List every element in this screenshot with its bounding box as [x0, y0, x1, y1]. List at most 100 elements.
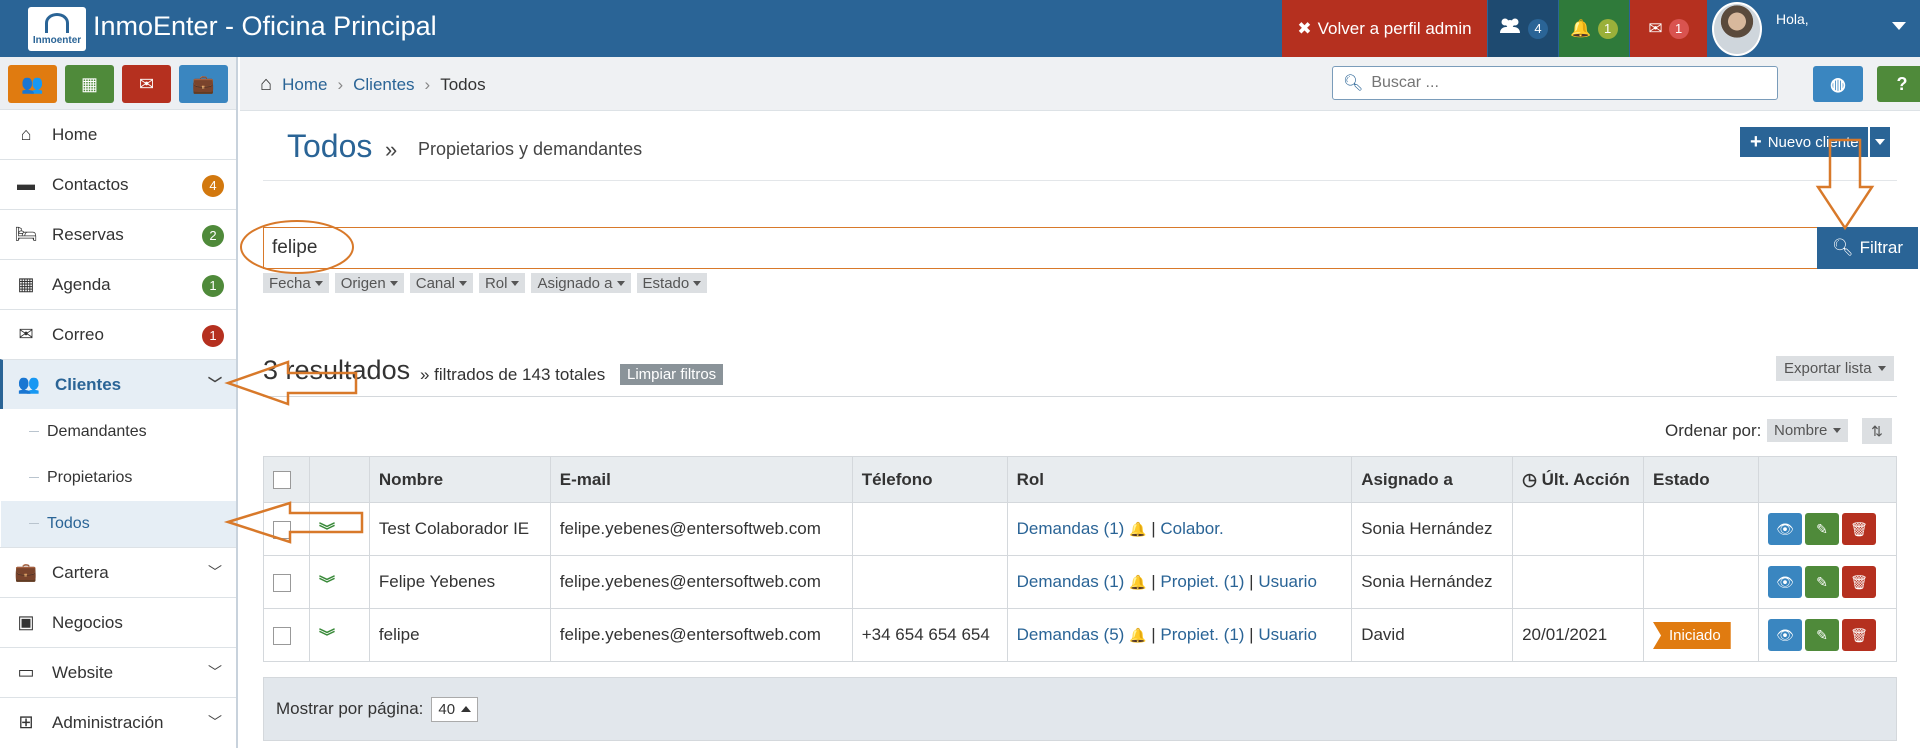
sidebar-subitem-propietarios[interactable]: Propietarios	[1, 455, 236, 501]
client-phone[interactable]	[852, 502, 1008, 556]
alerts-button[interactable]: 🔔 1	[1559, 0, 1629, 57]
breadcrumb-separator: ›	[337, 74, 344, 94]
back-to-admin-label: Volver a perfil admin	[1317, 18, 1472, 38]
avatar	[1712, 2, 1762, 56]
export-list-button[interactable]: Exportar lista	[1776, 356, 1894, 381]
sidebar-subitem-demandantes[interactable]: Demandantes	[1, 409, 236, 455]
sidebar-item-cartera[interactable]: 💼 Cartera ﹀	[0, 547, 236, 597]
rol-demandas-link[interactable]: Demandas (1)	[1017, 519, 1125, 538]
edit-button[interactable]: ✎	[1804, 513, 1839, 545]
row-checkbox[interactable]	[273, 520, 291, 539]
chevron-down-icon: ﹀	[208, 664, 222, 680]
users-notifications-button[interactable]: 4	[1488, 0, 1558, 57]
breadcrumb: ⌂ Home › Clientes › Todos	[260, 73, 486, 96]
client-email[interactable]: felipe.yebenes@entersoftweb.com	[550, 608, 853, 662]
chat-icon: ▬	[17, 174, 35, 194]
row-checkbox[interactable]	[273, 626, 291, 645]
sidebar-item-correo[interactable]: ✉ Correo 1	[0, 309, 236, 359]
rol-demandas-link[interactable]: Demandas (1)	[1017, 572, 1125, 591]
row-select-cell	[263, 608, 310, 662]
delete-button[interactable]: 🗑	[1841, 566, 1876, 598]
filter-input[interactable]	[263, 227, 1818, 269]
user-menu[interactable]: Hola,	[1708, 0, 1920, 57]
header-nombre[interactable]: Nombre	[369, 456, 551, 503]
client-phone[interactable]	[852, 555, 1008, 609]
header-telefono[interactable]: Télefono	[852, 456, 1008, 503]
rol-demandas-link[interactable]: Demandas (5)	[1017, 625, 1125, 644]
search-input[interactable]	[1371, 74, 1762, 92]
sidebar: 👥 ▦ ✉ 💼 ⌂ Home ▬ Contactos 4 🛏 Reservas 2 ▦ Ag…	[0, 57, 238, 748]
new-client-button[interactable]: + Nuevo cliente	[1740, 127, 1868, 157]
quick-calendar-button[interactable]: ▦	[65, 65, 114, 103]
filter-button[interactable]: 🔍︎ Filtrar	[1817, 227, 1918, 269]
calendar-icon: ▦	[17, 274, 35, 294]
messages-button[interactable]: ✉ 1	[1630, 0, 1707, 57]
select-all-checkbox[interactable]	[273, 471, 291, 490]
view-button[interactable]: 👁	[1767, 619, 1802, 651]
rol-usuario-link[interactable]: Usuario	[1258, 625, 1317, 644]
quick-briefcase-button[interactable]: 💼	[179, 65, 228, 103]
clear-filters-button[interactable]: Limpiar filtros	[620, 364, 724, 385]
header-estado[interactable]: Estado	[1643, 456, 1759, 503]
sidebar-item-home[interactable]: ⌂ Home	[0, 109, 236, 159]
header-asignado[interactable]: Asignado a	[1351, 456, 1514, 503]
filter-chip-canal[interactable]: Canal	[409, 273, 473, 293]
row-checkbox[interactable]	[273, 573, 291, 592]
delete-button[interactable]: 🗑	[1841, 513, 1876, 545]
sidebar-item-clientes[interactable]: 👥 Clientes ﹀	[0, 359, 236, 409]
app-logo[interactable]: Inmoenter	[28, 7, 86, 51]
search-box[interactable]: 🔍︎	[1332, 66, 1778, 100]
sidebar-item-label: Agenda	[52, 274, 111, 294]
sidebar-subitem-todos[interactable]: Todos	[1, 501, 236, 547]
filter-chip-asignado[interactable]: Asignado a	[531, 273, 631, 293]
per-page-select[interactable]: 40	[431, 696, 479, 722]
greeting: Hola,	[1776, 11, 1809, 27]
client-name[interactable]: felipe	[369, 608, 551, 662]
breadcrumb-home[interactable]: Home	[282, 75, 327, 95]
edit-button[interactable]: ✎	[1804, 619, 1839, 651]
order-select[interactable]: Nombre	[1767, 419, 1849, 442]
client-name[interactable]: Felipe Yebenes	[369, 555, 551, 609]
rol-link[interactable]: Colabor.	[1160, 519, 1223, 538]
double-chevron-down-icon[interactable]: ︾	[319, 523, 335, 540]
filter-chip-estado[interactable]: Estado	[636, 273, 708, 293]
new-client-dropdown-toggle[interactable]	[1870, 127, 1890, 157]
sidebar-item-contactos[interactable]: ▬ Contactos 4	[0, 159, 236, 209]
rol-propietario-link[interactable]: Propiet. (1)	[1160, 572, 1244, 591]
order-label: Ordenar por:	[1665, 421, 1762, 440]
filter-chip-rol[interactable]: Rol	[478, 273, 526, 293]
header-email[interactable]: E-mail	[550, 456, 853, 503]
search-icon: 🔍︎	[1831, 238, 1854, 257]
client-phone[interactable]: +34 654 654 654	[852, 608, 1008, 662]
sidebar-item-reservas[interactable]: 🛏 Reservas 2	[0, 209, 236, 259]
header-ultima-accion[interactable]: ◷ Últ. Acción	[1512, 456, 1645, 503]
help-button[interactable]: ?	[1877, 66, 1920, 102]
breadcrumb-clientes[interactable]: Clientes	[353, 75, 414, 95]
view-button[interactable]: 👁	[1767, 566, 1802, 598]
language-button[interactable]: ◍	[1813, 66, 1863, 102]
view-button[interactable]: 👁	[1767, 513, 1802, 545]
double-chevron-down-icon[interactable]: ︾	[319, 629, 335, 646]
filter-chip-origen[interactable]: Origen	[334, 273, 404, 293]
double-chevron-down-icon[interactable]: ︾	[319, 576, 335, 593]
sidebar-item-administracion[interactable]: ⊞ Administración ﹀	[0, 697, 236, 747]
rol-usuario-link[interactable]: Usuario	[1258, 572, 1317, 591]
filter-chip-fecha[interactable]: Fecha	[263, 273, 329, 293]
eye-icon: 👁	[1776, 626, 1794, 643]
sidebar-item-agenda[interactable]: ▦ Agenda 1	[0, 259, 236, 309]
client-name[interactable]: Test Colaborador IE	[369, 502, 551, 556]
clock-icon: ◷	[1522, 469, 1537, 489]
sidebar-item-website[interactable]: ▭ Website ﹀	[0, 647, 236, 697]
sidebar-item-negocios[interactable]: ▣ Negocios	[0, 597, 236, 647]
header-rol[interactable]: Rol	[1007, 456, 1353, 503]
client-email[interactable]: felipe.yebenes@entersoftweb.com	[550, 502, 853, 556]
edit-button[interactable]: ✎	[1804, 566, 1839, 598]
client-email[interactable]: felipe.yebenes@entersoftweb.com	[550, 555, 853, 609]
rol-propietario-link[interactable]: Propiet. (1)	[1160, 625, 1244, 644]
back-to-admin-button[interactable]: ✖ Volver a perfil admin	[1282, 0, 1487, 57]
delete-button[interactable]: 🗑	[1841, 619, 1876, 651]
table-row: ︾ Test Colaborador IE felipe.yebenes@ent…	[263, 502, 1898, 556]
quick-users-button[interactable]: 👥	[8, 65, 57, 103]
sort-direction-button[interactable]: ⇅	[1862, 418, 1892, 444]
quick-mail-button[interactable]: ✉	[122, 65, 171, 103]
